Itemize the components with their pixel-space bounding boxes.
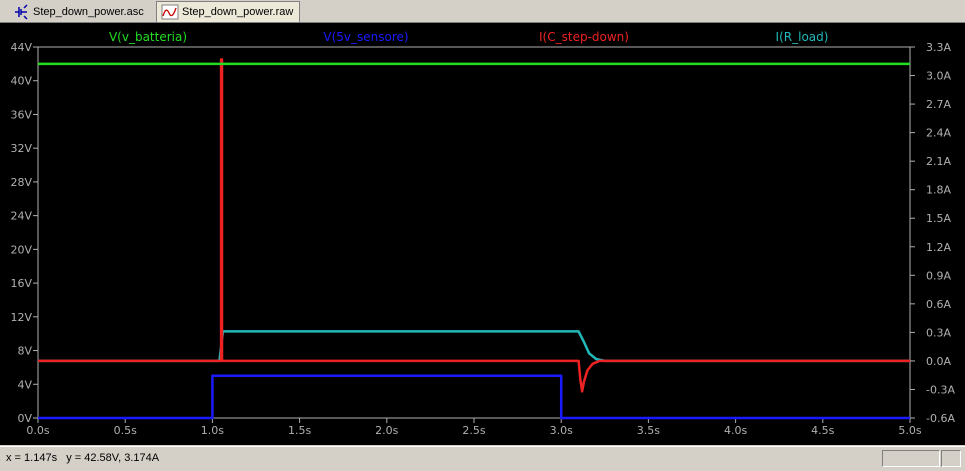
cursor-readout: x = 1.147s y = 42.58V, 3.174A: [6, 452, 160, 464]
plot-frame: [37, 46, 911, 419]
series-line-i-c-step-down-: [38, 58, 910, 393]
status-bar: x = 1.147s y = 42.58V, 3.174A: [0, 446, 965, 471]
tab-label: Step_down_power.raw: [182, 6, 294, 18]
y-right-tick-label: 1.5A: [926, 212, 951, 225]
legend-label: I(R_load): [776, 30, 829, 44]
x-tick-label: 2.0s: [375, 424, 398, 437]
status-panel: [882, 450, 940, 467]
series-line-i-r-load-: [38, 330, 910, 363]
x-tick-label: 3.5s: [637, 424, 660, 437]
x-tick-label: 0.5s: [114, 424, 137, 437]
tab-label: Step_down_power.asc: [33, 5, 144, 18]
y-left-tick-label: 4V: [17, 378, 32, 391]
legend-label: I(C_step-down): [539, 30, 629, 44]
x-tick-label: 2.5s: [462, 424, 485, 437]
legend-label: V(v_batteria): [109, 30, 187, 44]
y-right-tick-label: 2.1A: [926, 155, 951, 168]
y-left-tick-label: 12V: [10, 311, 32, 324]
x-tick-label: 1.0s: [201, 424, 224, 437]
y-right-tick-label: 0.3A: [926, 326, 951, 339]
x-tick-label: 1.5s: [288, 424, 311, 437]
y-right-tick-label: 3.3A: [926, 41, 951, 54]
legend-label: V(5v_sensore): [323, 30, 408, 44]
tab-bar: Step_down_power.asc Step_down_power.raw: [0, 0, 965, 23]
x-tick-label: 0.0s: [26, 424, 49, 437]
y-left-tick-label: 28V: [10, 176, 32, 189]
schematic-icon: [12, 3, 30, 20]
waveform-icon: [161, 4, 179, 20]
tab-waveform[interactable]: Step_down_power.raw: [156, 1, 301, 22]
y-left-tick-label: 32V: [10, 142, 32, 155]
series-line-v-5v-sensore-: [38, 374, 910, 420]
y-right-tick-label: 0.9A: [926, 269, 951, 282]
y-left-tick-label: 16V: [10, 277, 32, 290]
y-right-tick-label: 2.4A: [926, 127, 951, 140]
y-right-tick-label: 0.0A: [926, 355, 951, 368]
y-left-tick-label: 40V: [10, 75, 32, 88]
y-right-tick-label: 3.0A: [926, 70, 951, 83]
x-tick-label: 3.0s: [550, 424, 573, 437]
y-right-tick-label: 1.2A: [926, 241, 951, 254]
status-panel-small: [941, 450, 961, 467]
x-tick-label: 4.0s: [724, 424, 747, 437]
tab-schematic[interactable]: Step_down_power.asc: [8, 2, 150, 21]
y-right-tick-label: -0.6A: [926, 412, 955, 425]
waveform-plot[interactable]: 0V 4V 8V 12V 16V 20V 24V 28V 32V 36V 40V 44V -0.6A -0…: [0, 23, 965, 445]
y-left-tick-label: 8V: [17, 345, 32, 358]
y-right-tick-label: 2.7A: [926, 98, 951, 111]
y-left-tick-label: 24V: [10, 210, 32, 223]
y-right-tick-label: -0.3A: [926, 383, 955, 396]
x-tick-label: 5.0s: [898, 424, 921, 437]
y-right-tick-label: 0.6A: [926, 298, 951, 311]
y-left-tick-label: 36V: [10, 108, 32, 121]
y-left-tick-label: 20V: [10, 243, 32, 256]
waveform-chart[interactable]: 0V4V8V12V16V20V24V28V32V36V40V44V-0.6A-0…: [0, 23, 965, 445]
x-tick-label: 4.5s: [811, 424, 834, 437]
y-left-tick-label: 44V: [10, 41, 32, 54]
y-right-tick-label: 1.8A: [926, 184, 951, 197]
